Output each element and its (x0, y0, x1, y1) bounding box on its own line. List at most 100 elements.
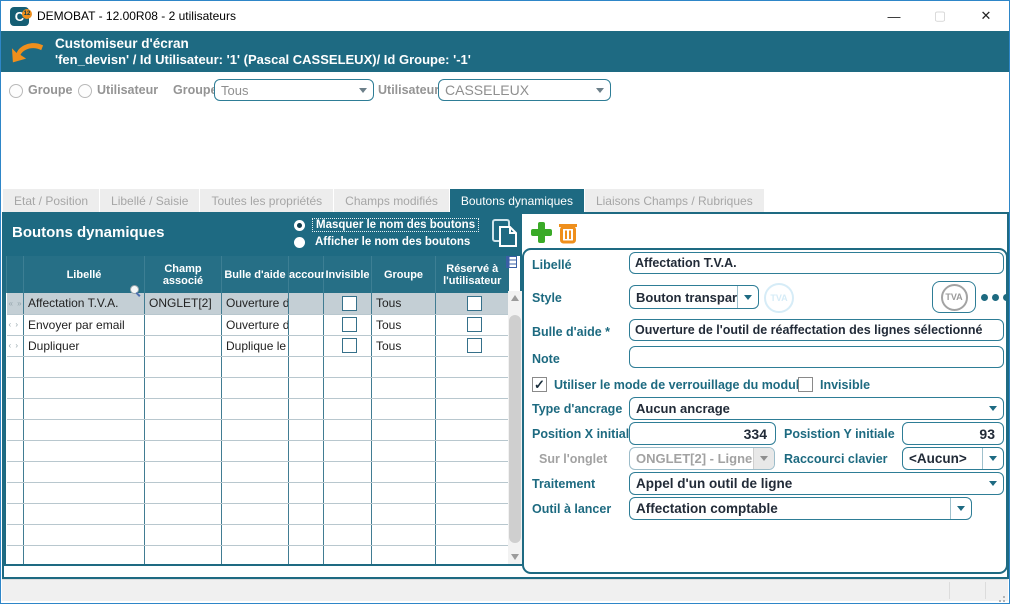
tab-boutons-dynamiques[interactable]: Boutons dynamiques (450, 189, 585, 212)
col-bulle-aide[interactable]: Bulle d'aide (222, 256, 289, 293)
cell-invisible[interactable] (324, 314, 372, 335)
table-row-empty[interactable] (7, 503, 509, 524)
cell-reserve[interactable] (436, 335, 509, 356)
reserve-checkbox[interactable] (467, 296, 482, 311)
cell-groupe[interactable]: Tous (372, 293, 436, 314)
utilisateur-combo[interactable]: CASSELEUX (438, 79, 611, 101)
minimize-button[interactable]: — (871, 1, 917, 31)
cell-bulle[interactable]: Ouverture de (222, 314, 289, 335)
col-groupe[interactable]: Groupe (372, 256, 436, 293)
table-row[interactable]: ‹ › Envoyer par email Ouverture de Tous (7, 314, 509, 335)
invisible-checkbox[interactable] (342, 338, 357, 353)
note-input[interactable] (629, 346, 1004, 368)
col-libelle[interactable]: Libellé (24, 256, 145, 293)
resize-grip[interactable] (1003, 596, 1005, 598)
row-handle[interactable]: ‹ › (7, 335, 24, 356)
chevron-down-icon[interactable] (983, 473, 1003, 494)
tab-etat-position[interactable]: Etat / Position (3, 189, 100, 212)
bulle-aide-input[interactable]: Ouverture de l'outil de réaffectation de… (629, 319, 1004, 341)
table-row-empty[interactable] (7, 377, 509, 398)
reserve-checkbox[interactable] (467, 338, 482, 353)
utilisateur-radio[interactable] (78, 84, 92, 98)
cell-champ[interactable]: ONGLET[2] (145, 293, 222, 314)
cell-reserve[interactable] (436, 293, 509, 314)
cell-libelle[interactable]: Envoyer par email (24, 314, 145, 335)
style-combo[interactable]: Bouton transpare (629, 285, 759, 309)
col-raccourci[interactable]: accour (289, 256, 324, 293)
afficher-radio[interactable] (294, 237, 305, 248)
table-row-empty[interactable] (7, 398, 509, 419)
raccourci-combo[interactable]: <Aucun> (902, 447, 1004, 470)
cell-groupe[interactable]: Tous (372, 335, 436, 356)
cell-libelle[interactable]: Affectation T.V.A. (24, 293, 145, 314)
position-x-input[interactable]: 334 (629, 422, 776, 445)
table-row[interactable]: « » Affectation T.V.A. ONGLET[2] Ouvertu… (7, 293, 509, 314)
table-scrollbar[interactable] (508, 291, 522, 564)
more-options-button[interactable] (981, 294, 1010, 301)
ancrage-combo[interactable]: Aucun ancrage (629, 397, 1004, 420)
table-row-empty[interactable] (7, 482, 509, 503)
chevron-down-icon[interactable] (737, 286, 758, 308)
maximize-button[interactable]: ▢ (917, 1, 963, 31)
cell-raccourci[interactable] (289, 314, 324, 335)
afficher-radio-label[interactable]: Afficher le nom des boutons (315, 236, 470, 248)
table-row[interactable]: ‹ › Dupliquer Duplique le d Tous (7, 335, 509, 356)
tab-libelle-saisie[interactable]: Libellé / Saisie (100, 189, 200, 212)
scrollbar-thumb[interactable] (509, 315, 521, 543)
table-row-empty[interactable] (7, 419, 509, 440)
invisible-checkbox[interactable] (342, 296, 357, 311)
scroll-up-icon[interactable] (511, 295, 519, 301)
row-handle[interactable]: ‹ › (7, 314, 24, 335)
cell-raccourci[interactable] (289, 293, 324, 314)
close-button[interactable]: ✕ (963, 1, 1009, 31)
invisible-checkbox[interactable] (342, 317, 357, 332)
chevron-down-icon[interactable] (983, 398, 1003, 419)
col-champ-associe[interactable]: Champ associé (145, 256, 222, 293)
libelle-input[interactable]: Affectation T.V.A. (629, 252, 1004, 274)
chevron-down-icon[interactable] (982, 448, 1003, 469)
chevron-down-icon[interactable] (950, 498, 971, 519)
table-row-empty[interactable] (7, 545, 509, 566)
outil-combo[interactable]: Affectation comptable (629, 497, 972, 520)
groupe-combo[interactable]: Tous (214, 79, 374, 101)
chevron-down-icon[interactable] (590, 80, 610, 100)
back-arrow-icon[interactable] (11, 38, 45, 66)
tab-liaisons-champs-rubriques[interactable]: Liaisons Champs / Rubriques (585, 189, 765, 212)
cell-invisible[interactable] (324, 335, 372, 356)
groupe-radio[interactable] (9, 84, 23, 98)
table-row-empty[interactable] (7, 524, 509, 545)
cell-invisible[interactable] (324, 293, 372, 314)
libelle-label: Libellé (532, 258, 572, 272)
add-button[interactable] (531, 222, 552, 243)
table-settings-icon[interactable] (506, 256, 517, 268)
invisible-checkbox[interactable] (798, 377, 813, 392)
cell-bulle[interactable]: Duplique le d (222, 335, 289, 356)
table-row-empty[interactable] (7, 440, 509, 461)
tab-champs-modifies[interactable]: Champs modifiés (334, 189, 450, 212)
tab-toutes-proprietes[interactable]: Toutes les propriétés (200, 189, 334, 212)
table-row-empty[interactable] (7, 461, 509, 482)
cell-bulle[interactable]: Ouverture de (222, 293, 289, 314)
search-icon[interactable] (130, 285, 142, 297)
cell-reserve[interactable] (436, 314, 509, 335)
cell-raccourci[interactable] (289, 335, 324, 356)
chevron-down-icon[interactable] (353, 80, 373, 100)
col-invisible[interactable]: Invisible (324, 256, 372, 293)
cell-champ[interactable] (145, 335, 222, 356)
cell-groupe[interactable]: Tous (372, 314, 436, 335)
copy-icon[interactable] (491, 218, 519, 250)
cell-libelle[interactable]: Dupliquer (24, 335, 145, 356)
delete-button[interactable] (558, 221, 578, 244)
traitement-combo[interactable]: Appel d'un outil de ligne (629, 472, 1004, 495)
verrouillage-checkbox[interactable]: ✓ (532, 377, 547, 392)
masquer-radio[interactable] (294, 220, 305, 231)
col-reserve[interactable]: Réservé à l'utilisateur (436, 256, 509, 293)
masquer-radio-label[interactable]: Masquer le nom des boutons (312, 218, 479, 232)
scroll-down-icon[interactable] (511, 554, 519, 560)
position-y-input[interactable]: 93 (902, 422, 1004, 445)
table-row-empty[interactable] (7, 356, 509, 377)
tva-style-button[interactable]: TVA (932, 281, 976, 313)
reserve-checkbox[interactable] (467, 317, 482, 332)
row-handle[interactable]: « » (7, 293, 24, 314)
cell-champ[interactable] (145, 314, 222, 335)
